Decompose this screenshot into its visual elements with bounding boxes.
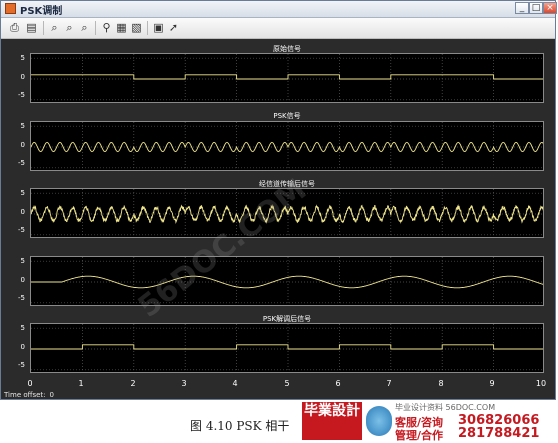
title-bar: PSK调制 _ □ × — [1, 1, 557, 18]
xtick: 1 — [78, 379, 84, 388]
ytick: 5 — [20, 54, 25, 62]
ytick: 5 — [20, 122, 25, 130]
xtick: 2 — [130, 379, 136, 388]
print-icon[interactable]: ⎙ — [7, 20, 22, 35]
select-icon[interactable]: ➚ — [166, 20, 181, 35]
trace-demod — [31, 344, 543, 350]
window-title: PSK调制 — [20, 6, 63, 17]
ytick: -5 — [18, 226, 25, 234]
plot-filtered[interactable] — [30, 256, 544, 306]
ytick: 5 — [20, 189, 25, 197]
matlab-icon — [5, 3, 16, 14]
minimize-button[interactable]: _ — [515, 2, 529, 14]
banner-logo: 毕業設計 — [302, 402, 362, 440]
time-offset-label: Time offset: — [4, 391, 46, 399]
scope-window: PSK调制 _ □ × ⎙ ▤ ⌕ ⌕ ⌕ ⚲ ▦ ▧ ▣ ➚ 原始信号 PSK… — [0, 0, 557, 400]
plot-psk[interactable] — [30, 121, 544, 171]
save-axes-icon[interactable]: ▦ — [114, 20, 129, 35]
people-icon — [366, 406, 392, 436]
banner-phone-2: 281788421 — [458, 426, 540, 441]
banner-service-2: 管理/合作 — [395, 429, 444, 442]
xtick: 7 — [386, 379, 392, 388]
ytick: -5 — [18, 159, 25, 167]
ytick: -5 — [18, 91, 25, 99]
xtick: 0 — [27, 379, 33, 388]
trace-psk — [31, 141, 543, 153]
ytick: 0 — [20, 343, 25, 351]
xtick: 6 — [335, 379, 341, 388]
toolbar-separator — [95, 21, 96, 35]
zoom-y-icon[interactable]: ⌕ — [77, 20, 92, 35]
trace-filtered — [31, 275, 543, 289]
xtick: 4 — [232, 379, 238, 388]
ytick: 0 — [20, 276, 25, 284]
ytick: 0 — [20, 208, 25, 216]
time-offset-value: 0 — [49, 391, 54, 399]
banner-subtitle: 毕业设计资料 56DOC.COM — [395, 403, 496, 412]
toolbar: ⎙ ▤ ⌕ ⌕ ⌕ ⚲ ▦ ▧ ▣ ➚ — [1, 18, 555, 39]
banner-logo-text: 毕業設計 — [304, 403, 360, 419]
plot-title-psk: PSK信号 — [273, 112, 301, 120]
plot-demod[interactable] — [30, 323, 544, 373]
xtick: 3 — [181, 379, 187, 388]
figure-caption: 图 4.10 PSK 相干 — [190, 419, 290, 433]
zoom-x-icon[interactable]: ⌕ — [62, 20, 77, 35]
zoom-in-icon[interactable]: ⌕ — [47, 20, 62, 35]
trace-original — [31, 74, 543, 80]
float-icon[interactable]: ▣ — [151, 20, 166, 35]
xtick: 10 — [535, 379, 547, 388]
xtick: 8 — [438, 379, 444, 388]
ytick: -5 — [18, 294, 25, 302]
time-offset: Time offset: 0 — [4, 391, 54, 399]
ytick: 0 — [20, 141, 25, 149]
ytick: 5 — [20, 324, 25, 332]
params-icon[interactable]: ▤ — [24, 20, 39, 35]
toolbar-separator — [43, 21, 44, 35]
autoscale-icon[interactable]: ⚲ — [99, 20, 114, 35]
ytick: -5 — [18, 361, 25, 369]
maximize-button[interactable]: □ — [529, 2, 543, 14]
close-button[interactable]: × — [543, 2, 557, 14]
restore-axes-icon[interactable]: ▧ — [129, 20, 144, 35]
plot-original[interactable] — [30, 53, 544, 103]
ad-banner[interactable]: 毕業設計 毕业设计资料 56DOC.COM 客服/咨询 管理/合作 306826… — [300, 400, 558, 442]
toolbar-separator — [147, 21, 148, 35]
ytick: 5 — [20, 257, 25, 265]
ytick: 0 — [20, 73, 25, 81]
xtick: 9 — [489, 379, 495, 388]
xtick: 5 — [284, 379, 290, 388]
